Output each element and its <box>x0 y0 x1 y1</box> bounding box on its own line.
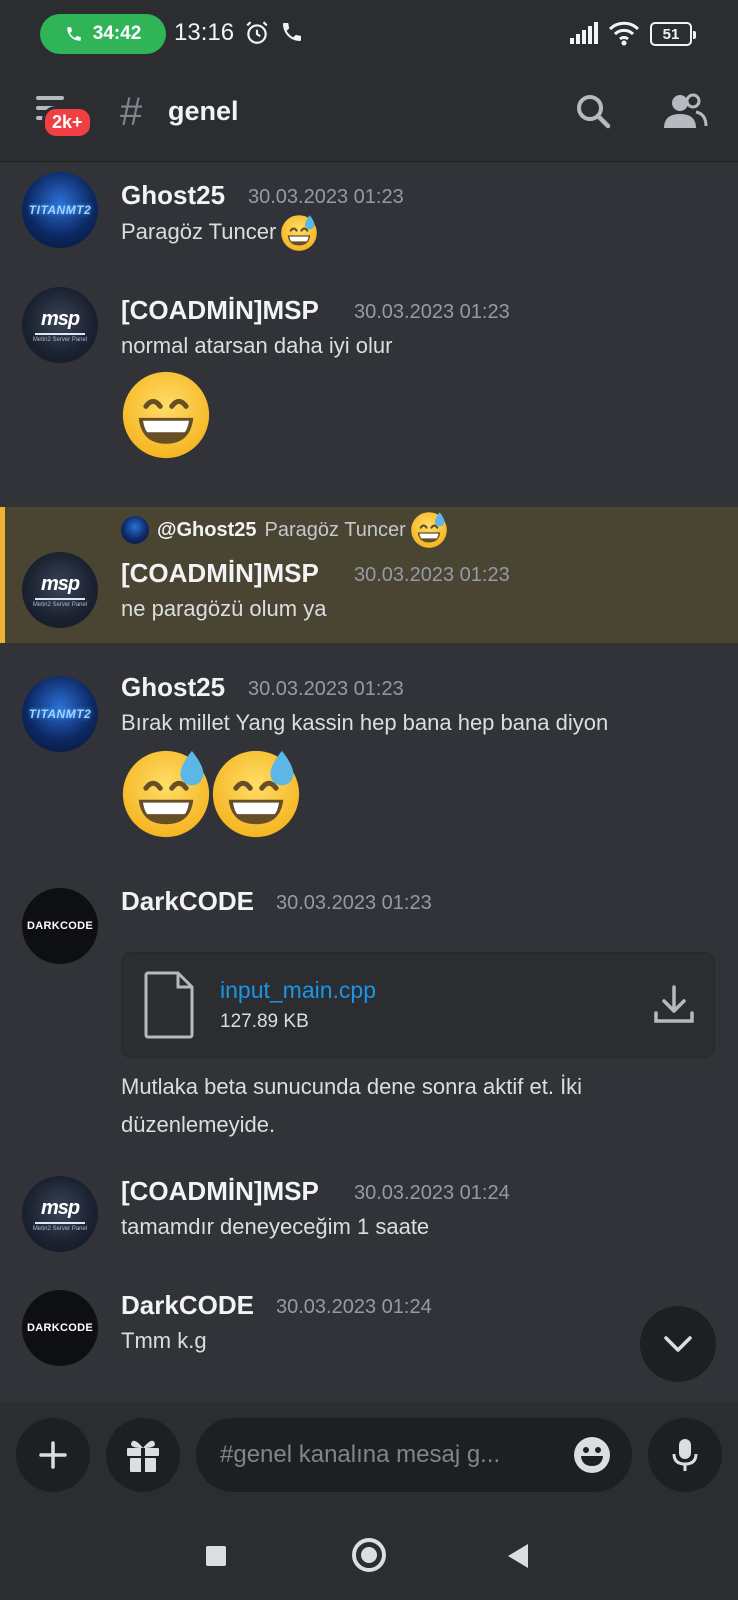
avatar[interactable]: DARKCODE <box>22 1290 98 1366</box>
reply-author[interactable]: @Ghost25 <box>157 519 257 542</box>
avatar[interactable]: msp Metin2 Server Panel <box>22 552 98 628</box>
channel-header: 2k+ # genel <box>0 68 738 162</box>
message-text: normal atarsan daha iyi olur <box>121 333 393 358</box>
chevron-down-icon <box>664 1336 692 1352</box>
message-text: tamamdır deneyeceğim 1 saate <box>121 1214 430 1239</box>
alarm-icon <box>246 21 268 44</box>
message-content: Paragöz Tuncer <box>121 218 277 244</box>
gift-icon <box>127 1440 159 1472</box>
reply-text: Paragöz Tuncer <box>264 518 406 541</box>
message-text: Bırak millet Yang kassin hep bana hep ba… <box>121 710 609 735</box>
file-icon <box>144 971 194 1039</box>
avatar-sublabel: Metin2 Server Panel <box>32 1225 88 1232</box>
avatar-sublabel: Metin2 Server Panel <box>32 601 88 608</box>
avatar-label: DARKCODE <box>27 920 93 932</box>
battery-icon: 51 <box>650 22 696 46</box>
message-author[interactable]: Ghost25 <box>121 180 225 211</box>
avatar-label: TITANMT2 <box>28 707 92 721</box>
add-attachment-button[interactable] <box>16 1418 90 1492</box>
status-bar: 34:42 13:16 51 <box>0 0 738 68</box>
phone-icon <box>283 23 301 41</box>
grin-sweat-emoji <box>120 748 212 840</box>
message-text: düzenlemeyide. <box>121 1112 276 1137</box>
message-input-placeholder: #genel kanalına mesaj g... <box>220 1441 501 1468</box>
hash-icon: # <box>120 90 143 134</box>
avatar[interactable]: msp Metin2 Server Panel <box>22 287 98 363</box>
avatar[interactable]: TITANMT2 <box>22 676 98 752</box>
message-timestamp: 30.03.2023 01:24 <box>276 1296 432 1318</box>
avatar-label: msp <box>40 572 80 595</box>
message-timestamp: 30.03.2023 01:23 <box>354 301 510 323</box>
ongoing-call-pill[interactable]: 34:42 <box>40 14 166 54</box>
grin-sweat-emoji <box>410 511 448 549</box>
grin-emoji <box>120 369 212 461</box>
avatar[interactable]: TITANMT2 <box>22 172 98 248</box>
avatar-label: DARKCODE <box>27 1322 93 1334</box>
call-timer: 34:42 <box>92 23 142 44</box>
message-timestamp: 30.03.2023 01:23 <box>354 564 510 586</box>
back-button[interactable] <box>508 1544 528 1568</box>
message-author[interactable]: [COADMİN]MSP <box>121 295 319 326</box>
file-name-link[interactable]: input_main.cpp <box>220 977 376 1004</box>
message-text: ne paragözü olum ya <box>121 596 327 621</box>
message-timestamp: 30.03.2023 01:24 <box>354 1182 510 1204</box>
mic-icon <box>672 1439 698 1471</box>
signal-icon <box>570 22 598 44</box>
avatar-label: msp <box>40 1196 80 1219</box>
gift-button[interactable] <box>106 1418 180 1492</box>
members-icon[interactable] <box>660 90 708 134</box>
message-author[interactable]: Ghost25 <box>121 672 225 703</box>
message-author[interactable]: [COADMİN]MSP <box>121 558 319 589</box>
download-icon[interactable] <box>652 983 696 1027</box>
file-size: 127.89 KB <box>220 1011 309 1032</box>
grin-sweat-emoji <box>210 748 302 840</box>
message-timestamp: 30.03.2023 01:23 <box>248 678 404 700</box>
message-timestamp: 30.03.2023 01:23 <box>248 186 404 208</box>
message-input[interactable]: #genel kanalına mesaj g... <box>196 1418 632 1492</box>
grin-sweat-emoji <box>280 214 318 252</box>
avatar-label: msp <box>40 307 80 330</box>
wifi-icon <box>608 21 640 46</box>
message-text: Paragöz Tuncer <box>121 214 318 252</box>
smiley-icon[interactable] <box>572 1435 612 1475</box>
reply-reference[interactable]: @Ghost25 Paragöz Tuncer <box>121 515 448 545</box>
message-author[interactable]: DarkCODE <box>121 886 254 917</box>
avatar[interactable]: DARKCODE <box>22 888 98 964</box>
battery-level: 51 <box>662 25 680 43</box>
phone-icon <box>66 27 81 41</box>
reply-avatar <box>121 516 149 544</box>
system-nav-bar <box>0 1508 738 1600</box>
avatar-sublabel: Metin2 Server Panel <box>32 336 88 343</box>
message-timestamp: 30.03.2023 01:23 <box>276 892 432 914</box>
message-author[interactable]: DarkCODE <box>121 1290 254 1321</box>
message-text: Mutlaka beta sunucunda dene sonra aktif … <box>121 1074 583 1099</box>
home-button[interactable] <box>352 1538 386 1572</box>
unread-badge: 2k+ <box>42 106 93 139</box>
message-text: Tmm k.g <box>121 1328 207 1353</box>
clock: 13:16 <box>174 19 235 46</box>
channel-title[interactable]: genel <box>168 96 239 127</box>
voice-message-button[interactable] <box>648 1418 722 1492</box>
recents-button[interactable] <box>206 1546 226 1566</box>
plus-icon <box>39 1441 67 1469</box>
message-author[interactable]: [COADMİN]MSP <box>121 1176 319 1207</box>
message-list[interactable]: TITANMT2 Ghost25 30.03.2023 01:23 Paragö… <box>0 162 738 1402</box>
jump-to-bottom-button[interactable] <box>640 1306 716 1382</box>
file-attachment[interactable]: input_main.cpp 127.89 KB <box>121 952 715 1058</box>
avatar-label: TITANMT2 <box>28 203 92 217</box>
search-icon[interactable] <box>572 90 616 134</box>
avatar[interactable]: msp Metin2 Server Panel <box>22 1176 98 1252</box>
message-composer: #genel kanalına mesaj g... <box>0 1402 738 1508</box>
